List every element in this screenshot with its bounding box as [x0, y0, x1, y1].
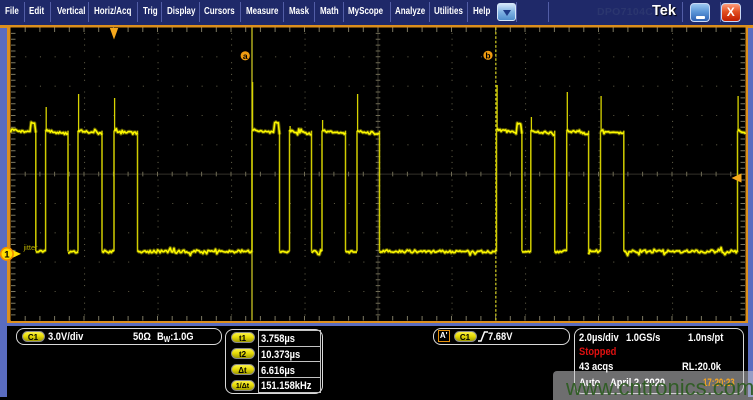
svg-text:jitter: jitter — [23, 243, 39, 252]
svg-text:b: b — [485, 51, 490, 61]
svg-text:1: 1 — [4, 249, 10, 260]
svg-text:a: a — [243, 51, 248, 61]
